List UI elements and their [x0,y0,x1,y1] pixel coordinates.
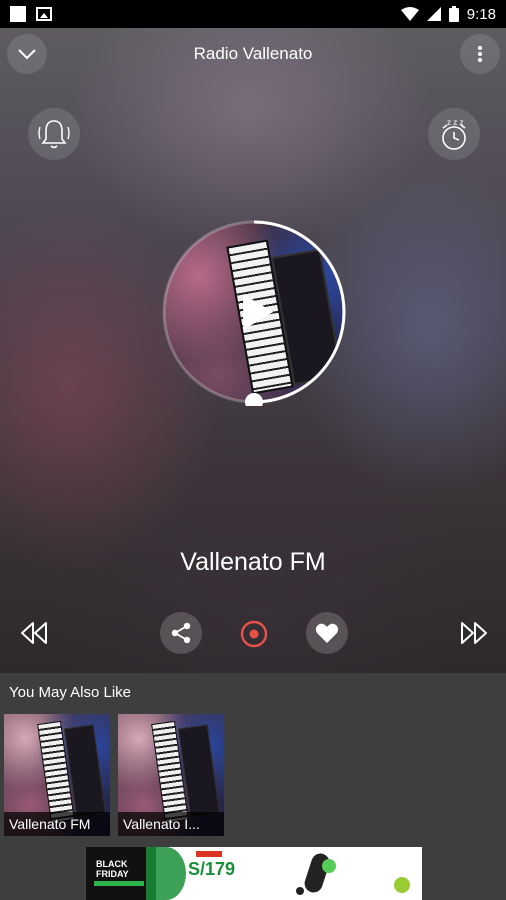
alarm-zzz-icon: z z z [442,118,466,150]
player-panel: Radio Vallenato z z z Vallenato FM [0,28,506,673]
next-button[interactable] [458,618,490,648]
station-card-label: Vallenato I... [118,812,224,836]
ad-line1: BLACK [96,859,128,869]
rewind-icon [21,622,47,644]
heart-icon [315,623,339,643]
status-bar: 9:18 [0,0,506,28]
previous-button[interactable] [18,618,50,648]
notification-square-icon [10,6,26,22]
favorite-button[interactable] [306,612,348,654]
app-title: Radio Vallenato [193,44,313,63]
ad-price: S/179 [188,859,236,879]
share-button[interactable] [160,612,202,654]
sleep-timer-button[interactable]: z z z [428,108,480,160]
menu-button[interactable] [460,34,500,74]
record-button[interactable] [236,616,272,652]
ad-line2: FRIDAY [96,869,129,879]
battery-icon [448,6,459,22]
share-icon [171,622,191,644]
bell-ring-icon [38,120,70,149]
play-icon[interactable] [241,292,275,332]
section-title: You May Also Like [9,684,132,701]
notification-button[interactable] [28,108,80,160]
ad-logo-icon [394,877,410,893]
speaker-image [302,851,332,895]
status-time: 9:18 [466,5,496,23]
station-card[interactable]: Vallenato I... [118,714,224,836]
record-icon [240,620,268,648]
signal-icon [426,7,441,21]
image-notification-icon [36,7,52,21]
more-vert-icon [478,46,482,62]
ad-banner[interactable]: BLACK FRIDAY S/179 [86,847,422,900]
fast-forward-icon [461,622,487,644]
station-name: Vallenato FM [180,548,326,576]
wifi-icon [400,7,419,21]
station-card-label: Vallenato FM [4,812,110,836]
station-card[interactable]: Vallenato FM [4,714,110,836]
album-art-disc[interactable] [160,218,348,406]
